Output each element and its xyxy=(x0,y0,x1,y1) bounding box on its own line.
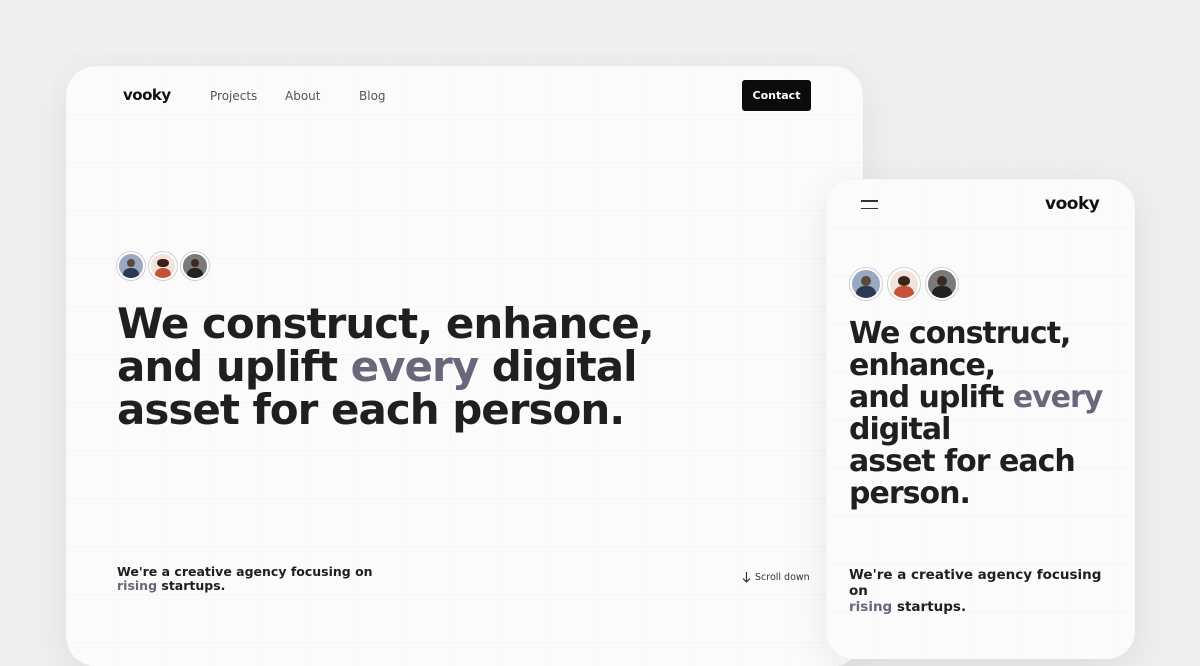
nav-link-blog[interactable]: Blog xyxy=(359,89,386,103)
tagline-line: on xyxy=(849,583,868,599)
hamburger-menu-icon[interactable] xyxy=(861,200,878,210)
tagline-line: rising startups. xyxy=(849,599,1119,615)
hero-headline: We construct, enhance, and uplift every … xyxy=(117,302,737,431)
tagline-text: startups. xyxy=(157,578,226,593)
headline-accent: every xyxy=(350,342,479,391)
tagline-line: We're a creative agency focusing on xyxy=(117,564,373,579)
desktop-preview-card: vooky Projects About Blog Contact We con… xyxy=(66,66,863,666)
headline-line: We construct, enhance, xyxy=(117,299,655,348)
hero-headline: We construct, enhance, and uplift every … xyxy=(849,318,1129,510)
headline-line: We construct, xyxy=(849,316,1071,351)
tagline-accent: rising xyxy=(117,578,158,593)
scroll-down-label: Scroll down xyxy=(755,572,810,583)
contact-button[interactable]: Contact xyxy=(742,80,811,111)
brand-logo[interactable]: vooky xyxy=(123,86,171,104)
avatar xyxy=(181,252,209,280)
hero-tagline: We're a creative agency focusing on risi… xyxy=(849,567,1119,615)
tagline-line: We're a creative agency focusing xyxy=(849,567,1102,583)
tagline-text: startups. xyxy=(892,599,967,615)
avatar xyxy=(117,252,145,280)
headline-line: enhance, xyxy=(849,348,996,383)
mobile-preview-card: vooky We construct, enhance, and uplift … xyxy=(826,179,1135,659)
brand-logo[interactable]: vooky xyxy=(1045,194,1100,214)
headline-accent: every xyxy=(1012,380,1104,415)
nav-link-about[interactable]: About xyxy=(285,89,320,103)
headline-line: person. xyxy=(849,476,971,511)
headline-text: and uplift xyxy=(117,342,351,391)
avatar-group xyxy=(850,268,964,300)
headline-line: digital xyxy=(849,412,951,447)
scroll-down-link[interactable]: Scroll down xyxy=(742,572,810,583)
avatar xyxy=(888,268,920,300)
headline-line: and uplift every xyxy=(849,382,1129,414)
tagline-accent: rising xyxy=(849,599,893,615)
tagline-line: rising startups. xyxy=(117,579,417,593)
hero-tagline: We're a creative agency focusing on risi… xyxy=(117,565,417,593)
avatar xyxy=(149,252,177,280)
avatar-group xyxy=(117,252,213,280)
headline-line: and uplift every digital xyxy=(117,345,737,388)
arrow-down-icon xyxy=(742,572,751,583)
headline-line: asset for each xyxy=(849,444,1076,479)
nav-link-projects[interactable]: Projects xyxy=(210,89,257,103)
avatar xyxy=(850,268,882,300)
headline-text: and uplift xyxy=(849,380,1013,415)
avatar xyxy=(926,268,958,300)
headline-line: asset for each person. xyxy=(117,385,625,434)
headline-text: digital xyxy=(478,342,638,391)
